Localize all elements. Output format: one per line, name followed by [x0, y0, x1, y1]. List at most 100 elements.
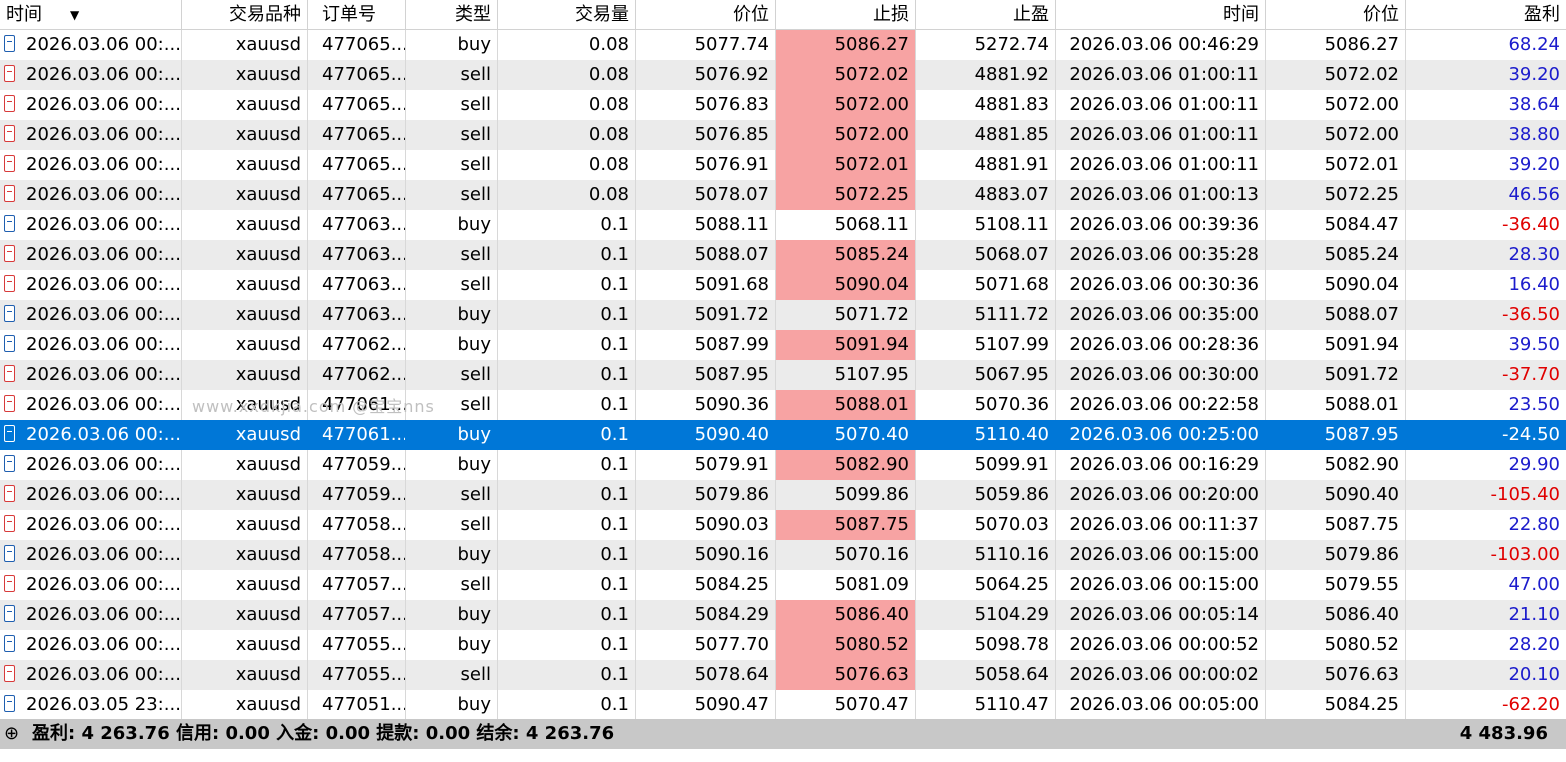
close-time-cell: 2026.03.06 00:16:29 — [1056, 450, 1266, 480]
table-row[interactable]: 2026.03.06 00:... xauusd 477057... buy 0.1 50… — [0, 600, 1566, 630]
symbol-cell: xauusd — [182, 630, 308, 660]
take-profit-cell: 5064.25 — [916, 570, 1056, 600]
table-row[interactable]: 2026.03.06 00:... xauusd 477061... sell 0.1 5… — [0, 390, 1566, 420]
sell-order-icon — [4, 394, 15, 412]
table-row[interactable]: 2026.03.06 00:... xauusd 477065... sell 0.08… — [0, 120, 1566, 150]
column-header-order[interactable]: 订单号 — [308, 0, 406, 30]
column-header-take-profit[interactable]: 止盈 — [916, 0, 1056, 30]
column-header-close-price[interactable]: 价位 — [1266, 0, 1406, 30]
volume-cell: 0.1 — [498, 270, 636, 300]
expand-icon[interactable]: ⊕ — [4, 719, 19, 749]
close-price-cell: 5091.94 — [1266, 330, 1406, 360]
profit-cell: -103.00 — [1490, 544, 1560, 565]
open-time-cell: 2026.03.06 00:... — [0, 450, 182, 480]
volume-cell: 0.1 — [498, 300, 636, 330]
open-time-cell: 2026.03.05 23:... — [0, 690, 182, 720]
close-time-cell: 2026.03.06 00:30:36 — [1056, 270, 1266, 300]
open-price-cell: 5076.85 — [636, 120, 776, 150]
table-row[interactable]: 2026.03.06 00:... xauusd 477061... buy 0.1 50… — [0, 420, 1566, 450]
column-header-close-time[interactable]: 时间 — [1056, 0, 1266, 30]
table-row[interactable]: 2026.03.06 00:... xauusd 477063... buy 0.1 50… — [0, 300, 1566, 330]
type-cell: buy — [406, 210, 498, 240]
table-row[interactable]: 2026.03.06 00:... xauusd 477059... buy 0.1 50… — [0, 450, 1566, 480]
column-header-price[interactable]: 价位 — [636, 0, 776, 30]
column-header-time[interactable]: 时间 ▼ — [0, 0, 182, 30]
take-profit-cell: 4881.92 — [916, 60, 1056, 90]
stop-loss-cell: 5071.72 — [776, 300, 916, 330]
table-row[interactable]: 2026.03.06 00:... xauusd 477058... sell 0.1 5… — [0, 510, 1566, 540]
symbol-cell: xauusd — [182, 360, 308, 390]
profit-cell: 16.40 — [1508, 274, 1560, 295]
profit-cell: 28.20 — [1508, 634, 1560, 655]
table-row[interactable]: 2026.03.06 00:... xauusd 477065... sell 0.08… — [0, 60, 1566, 90]
open-time-text: 2026.03.06 00:... — [26, 154, 181, 175]
stop-loss-cell: 5087.75 — [776, 510, 916, 540]
close-price-cell: 5084.25 — [1266, 690, 1406, 720]
table-row[interactable]: 2026.03.05 23:... xauusd 477051... buy 0.1 50… — [0, 690, 1566, 720]
table-row[interactable]: 2026.03.06 00:... xauusd 477065... sell 0.08… — [0, 90, 1566, 120]
close-time-cell: 2026.03.06 00:15:00 — [1056, 540, 1266, 570]
open-price-cell: 5079.91 — [636, 450, 776, 480]
table-row[interactable]: 2026.03.06 00:... xauusd 477058... buy 0.1 50… — [0, 540, 1566, 570]
profit-cell: -62.20 — [1501, 694, 1560, 715]
open-time-cell: 2026.03.06 00:... — [0, 120, 182, 150]
open-time-text: 2026.03.06 00:... — [26, 634, 181, 655]
profit-cell: 46.56 — [1508, 184, 1560, 205]
open-time-cell: 2026.03.06 00:... — [0, 600, 182, 630]
column-header-stop-loss[interactable]: 止损 — [776, 0, 916, 30]
open-price-cell: 5079.86 — [636, 480, 776, 510]
close-time-cell: 2026.03.06 00:00:52 — [1056, 630, 1266, 660]
profit-cell: 38.80 — [1508, 124, 1560, 145]
column-header-volume[interactable]: 交易量 — [498, 0, 636, 30]
open-time-cell: 2026.03.06 00:... — [0, 90, 182, 120]
sell-order-icon — [4, 274, 15, 292]
table-row[interactable]: 2026.03.06 00:... xauusd 477065... sell 0.08… — [0, 180, 1566, 210]
table-row[interactable]: 2026.03.06 00:... xauusd 477059... sell 0.1 5… — [0, 480, 1566, 510]
take-profit-cell: 5107.99 — [916, 330, 1056, 360]
close-time-cell: 2026.03.06 01:00:11 — [1056, 150, 1266, 180]
take-profit-cell: 5110.16 — [916, 540, 1056, 570]
table-row[interactable]: 2026.03.06 00:... xauusd 477063... buy 0.1 50… — [0, 210, 1566, 240]
buy-order-icon — [4, 694, 15, 712]
buy-order-icon — [4, 544, 15, 562]
table-row[interactable]: 2026.03.06 00:... xauusd 477062... sell 0.1 5… — [0, 360, 1566, 390]
stop-loss-cell: 5086.27 — [776, 30, 916, 60]
column-header-profit[interactable]: 盈利 — [1406, 0, 1566, 30]
symbol-cell: xauusd — [182, 150, 308, 180]
stop-loss-cell: 5072.00 — [776, 90, 916, 120]
open-price-cell: 5078.64 — [636, 660, 776, 690]
type-cell: sell — [406, 90, 498, 120]
stop-loss-cell: 5082.90 — [776, 450, 916, 480]
column-header-symbol[interactable]: 交易品种 — [182, 0, 308, 30]
take-profit-cell: 5111.72 — [916, 300, 1056, 330]
order-cell: 477065... — [308, 180, 406, 210]
volume-cell: 0.08 — [498, 180, 636, 210]
buy-order-icon — [4, 454, 15, 472]
close-price-cell: 5086.40 — [1266, 600, 1406, 630]
close-price-cell: 5079.86 — [1266, 540, 1406, 570]
profit-cell: 21.10 — [1508, 604, 1560, 625]
open-time-cell: 2026.03.06 00:... — [0, 630, 182, 660]
volume-cell: 0.08 — [498, 60, 636, 90]
order-cell: 477062... — [308, 330, 406, 360]
sort-descending-icon[interactable]: ▼ — [70, 0, 79, 29]
type-cell: buy — [406, 30, 498, 60]
stop-loss-cell: 5088.01 — [776, 390, 916, 420]
table-row[interactable]: 2026.03.06 00:... xauusd 477065... sell 0.08… — [0, 150, 1566, 180]
open-time-text: 2026.03.06 00:... — [26, 94, 181, 115]
table-row[interactable]: 2026.03.06 00:... xauusd 477063... sell 0.1 5… — [0, 270, 1566, 300]
sell-order-icon — [4, 484, 15, 502]
table-row[interactable]: 2026.03.06 00:... xauusd 477055... sell 0.1 5… — [0, 660, 1566, 690]
open-price-cell: 5076.92 — [636, 60, 776, 90]
table-row[interactable]: 2026.03.06 00:... xauusd 477055... buy 0.1 50… — [0, 630, 1566, 660]
close-price-cell: 5076.63 — [1266, 660, 1406, 690]
table-row[interactable]: 2026.03.06 00:... xauusd 477065... buy 0.08 5… — [0, 30, 1566, 60]
profit-cell: 38.64 — [1508, 94, 1560, 115]
type-cell: sell — [406, 390, 498, 420]
open-time-cell: 2026.03.06 00:... — [0, 570, 182, 600]
take-profit-cell: 4883.07 — [916, 180, 1056, 210]
column-header-type[interactable]: 类型 — [406, 0, 498, 30]
table-row[interactable]: 2026.03.06 00:... xauusd 477062... buy 0.1 50… — [0, 330, 1566, 360]
table-row[interactable]: 2026.03.06 00:... xauusd 477063... sell 0.1 5… — [0, 240, 1566, 270]
table-row[interactable]: 2026.03.06 00:... xauusd 477057... sell 0.1 5… — [0, 570, 1566, 600]
